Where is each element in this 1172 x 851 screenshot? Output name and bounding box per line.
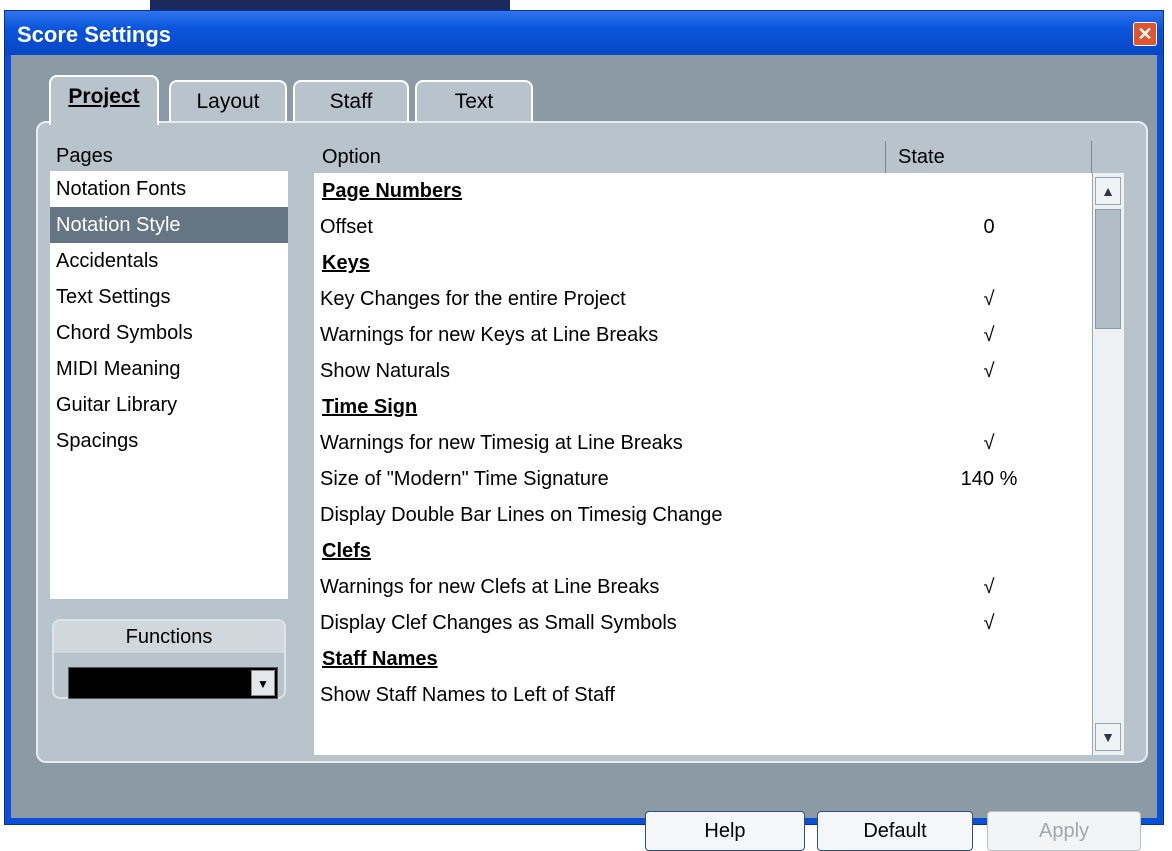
section-row: Clefs [314,533,1092,569]
tab-text-label: Text [454,90,494,113]
page-item-notation-style[interactable]: Notation Style [50,207,288,243]
option-row[interactable]: Warnings for new Keys at Line Breaks √ [314,317,1092,353]
option-label: Clefs [322,540,371,562]
default-button[interactable]: Default [817,811,973,851]
section-row: Time Sign [314,389,1092,425]
state-checkmark[interactable]: √ [886,353,1092,389]
state-checkmark[interactable]: √ [886,281,1092,317]
functions-label: Functions [54,621,284,653]
option-row[interactable]: Show Staff Names to Left of Staff [314,677,1092,713]
option-label: Offset [320,216,373,238]
apply-button[interactable]: Apply [987,811,1141,851]
option-label: Key Changes for the entire Project [320,288,626,310]
option-label: Staff Names [322,648,438,670]
option-label: Keys [322,252,370,274]
option-label: Warnings for new Timesig at Line Breaks [320,432,683,454]
close-icon[interactable]: ✕ [1133,22,1157,46]
state-value[interactable]: 140 % [886,461,1092,497]
pages-list: Notation Fonts Notation Style Accidental… [50,171,288,599]
tab-project[interactable]: Project [49,75,159,125]
options-grid: Page Numbers Offset 0 Keys Key Changes fo… [314,173,1092,755]
scroll-up-icon[interactable]: ▲ [1095,177,1121,205]
column-header-state[interactable]: State [886,141,1092,173]
option-row[interactable]: Size of "Modern" Time Signature 140 % [314,461,1092,497]
option-row[interactable]: Show Naturals √ [314,353,1092,389]
window-title: Score Settings [17,22,172,47]
page-item-text-settings[interactable]: Text Settings [50,279,288,315]
page-item-guitar-library[interactable]: Guitar Library [50,387,288,423]
section-row: Keys [314,245,1092,281]
page-item-chord-symbols[interactable]: Chord Symbols [50,315,288,351]
scroll-thumb[interactable] [1095,209,1121,329]
pages-header: Pages [50,141,288,171]
state-value[interactable]: 0 [886,209,1092,245]
tab-panel-project: Pages Notation Fonts Notation Style Acci… [36,121,1148,763]
tab-layout-label: Layout [196,90,260,113]
section-row: Staff Names [314,641,1092,677]
state-checkmark[interactable]: √ [886,425,1092,461]
tab-project-label: Project [68,85,140,108]
page-item-notation-fonts[interactable]: Notation Fonts [50,171,288,207]
state-checkmark[interactable]: √ [886,605,1092,641]
functions-dropdown[interactable]: ▼ [68,667,278,699]
title-bar[interactable]: Score Settings ✕ [5,11,1163,55]
state-checkmark[interactable]: √ [886,569,1092,605]
option-row[interactable]: Display Clef Changes as Small Symbols √ [314,605,1092,641]
tab-text[interactable]: Text [415,80,533,122]
option-label: Size of "Modern" Time Signature [320,468,609,490]
column-header-option[interactable]: Option [314,141,886,173]
option-row[interactable]: Display Double Bar Lines on Timesig Chan… [314,497,1092,533]
chevron-down-icon[interactable]: ▼ [251,670,275,696]
option-label: Warnings for new Keys at Line Breaks [320,324,659,346]
option-row[interactable]: Key Changes for the entire Project √ [314,281,1092,317]
help-button[interactable]: Help [645,811,805,851]
option-row[interactable]: Offset 0 [314,209,1092,245]
option-label: Page Numbers [322,180,463,202]
background-window [150,0,510,10]
option-label: Time Sign [322,396,418,418]
option-row[interactable]: Warnings for new Timesig at Line Breaks √ [314,425,1092,461]
page-item-spacings[interactable]: Spacings [50,423,288,459]
option-row[interactable]: Warnings for new Clefs at Line Breaks √ [314,569,1092,605]
option-label: Display Double Bar Lines on Timesig Chan… [320,504,723,526]
tab-staff[interactable]: Staff [293,80,409,122]
vertical-scrollbar[interactable]: ▲ ▼ [1092,173,1124,755]
dialog-body: Project Layout Staff Text Pages Notation… [11,55,1157,851]
state-checkmark[interactable]: √ [886,317,1092,353]
functions-group: Functions ▼ [52,619,286,699]
page-item-midi-meaning[interactable]: MIDI Meaning [50,351,288,387]
scroll-down-icon[interactable]: ▼ [1095,723,1121,751]
tab-staff-label: Staff [329,90,373,113]
score-settings-dialog: Score Settings ✕ Project Layout Staff Te… [4,10,1164,851]
tab-layout[interactable]: Layout [169,80,287,122]
option-label: Show Naturals [320,360,451,382]
page-item-accidentals[interactable]: Accidentals [50,243,288,279]
option-label: Warnings for new Clefs at Line Breaks [320,576,660,598]
options-grid-header: Option State [314,141,1116,174]
option-label: Show Staff Names to Left of Staff [320,684,615,706]
option-label: Display Clef Changes as Small Symbols [320,612,677,634]
section-row: Page Numbers [314,173,1092,209]
